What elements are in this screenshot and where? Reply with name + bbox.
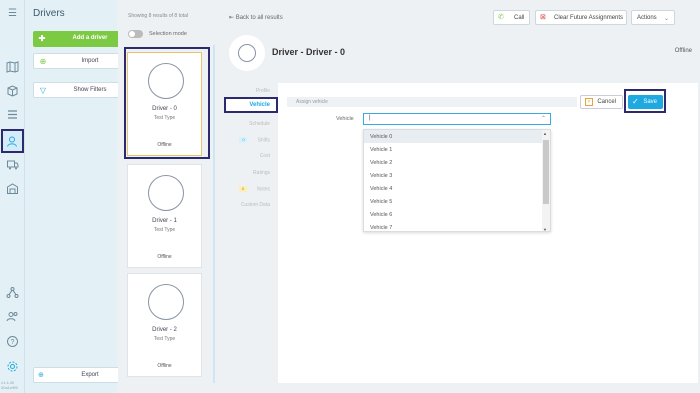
driver-status: Offline xyxy=(157,363,172,369)
driver-detail: ⇤ Back to all results ✆ Call ⊠ Clear Fut… xyxy=(220,0,700,393)
driver-status: Offline xyxy=(674,48,692,54)
vehicle-option[interactable]: Vehicle 2 xyxy=(364,156,543,169)
tab-custom-data[interactable]: Custom Data xyxy=(241,202,270,208)
warehouse-icon[interactable] xyxy=(6,182,19,195)
save-label: Save xyxy=(643,99,657,105)
tab-ratings[interactable]: Ratings xyxy=(253,170,270,176)
tab-vehicle-label: Vehicle xyxy=(249,102,270,108)
dropdown-scrollbar[interactable]: ▲ ▼ xyxy=(542,130,550,231)
map-icon[interactable] xyxy=(6,60,19,73)
vehicles-icon[interactable] xyxy=(6,158,19,171)
vehicle-select[interactable]: | ⌃ xyxy=(363,113,551,125)
vehicle-option[interactable]: Vehicle 3 xyxy=(364,169,543,182)
actions-dropdown[interactable]: Actions ⌄ xyxy=(631,10,675,25)
shifts-badge: 0 xyxy=(239,137,248,143)
box-icon[interactable] xyxy=(6,84,19,97)
check-icon: ✓ xyxy=(632,97,639,106)
settings-icon[interactable] xyxy=(6,360,19,373)
driver-avatar xyxy=(229,35,265,71)
list-divider xyxy=(213,45,215,383)
driver-type: Test Type xyxy=(153,227,176,233)
nav-rail: ☰ ? v1.4.40 00a1e9f5 xyxy=(0,0,25,393)
tab-profile[interactable]: Profile xyxy=(256,88,270,94)
menu-icon[interactable]: ☰ xyxy=(6,7,19,20)
phone-icon: ✆ xyxy=(498,14,504,21)
chevron-down-icon: ⌄ xyxy=(663,16,669,22)
scroll-up-icon[interactable]: ▲ xyxy=(543,131,547,136)
driver-title: Driver - Driver - 0 xyxy=(272,47,346,57)
users-icon[interactable] xyxy=(6,310,19,323)
tab-cost[interactable]: Cost xyxy=(260,153,270,159)
list-icon[interactable] xyxy=(6,108,19,121)
call-button[interactable]: ✆ Call xyxy=(493,10,530,25)
version-text: v1.4.40 00a1e9f5 xyxy=(1,380,18,390)
cancel-button[interactable]: × Cancel xyxy=(580,95,623,109)
driver-header: Driver - Driver - 0 Offline xyxy=(227,33,692,73)
driver-avatar-icon xyxy=(148,175,184,211)
assign-vehicle-heading: Assign vehicle xyxy=(287,97,577,107)
vehicle-select-value: | xyxy=(369,115,371,121)
results-info: Showing 8 results of 8 total xyxy=(128,13,189,19)
tab-vehicle[interactable]: Vehicle xyxy=(224,97,278,113)
notes-badge: 0 xyxy=(238,186,247,192)
clear-label: Clear Future Assignments xyxy=(554,15,624,21)
vehicle-option[interactable]: Vehicle 7 xyxy=(364,221,543,231)
driver-card-1[interactable]: Driver - 1 Test Type Offline xyxy=(127,164,202,268)
plus-icon: ✚ xyxy=(38,34,46,43)
call-label: Call xyxy=(514,15,525,21)
vehicle-option[interactable]: Vehicle 0 xyxy=(364,130,543,143)
selected-card-highlight xyxy=(124,47,210,159)
save-button[interactable]: ✓ Save xyxy=(628,95,663,109)
clear-icon: ⊠ xyxy=(540,14,546,21)
cancel-icon: × xyxy=(585,98,593,106)
driver-avatar-icon xyxy=(148,284,184,320)
driver-card-2[interactable]: Driver - 2 Test Type Offline xyxy=(127,273,202,377)
driver-name: Driver - 2 xyxy=(152,327,177,333)
detail-panel xyxy=(278,83,698,383)
scroll-thumb[interactable] xyxy=(543,140,549,204)
user-icon xyxy=(238,44,256,62)
chevron-up-icon: ⌃ xyxy=(540,116,546,122)
selection-mode-label: Selection mode xyxy=(149,31,187,37)
driver-name: Driver - 1 xyxy=(152,218,177,224)
drivers-sidebar: Drivers ✚ Add a driver ⊕ Import ▽ Show F… xyxy=(25,0,133,393)
vehicle-option[interactable]: Vehicle 5 xyxy=(364,195,543,208)
clear-future-assignments-button[interactable]: ⊠ Clear Future Assignments xyxy=(535,10,627,25)
cancel-label: Cancel xyxy=(597,99,616,105)
network-icon[interactable] xyxy=(6,286,19,299)
tab-shifts-label: Shifts xyxy=(257,137,270,144)
tab-shifts[interactable]: 0 Shifts xyxy=(239,137,270,143)
actions-label: Actions xyxy=(637,15,657,21)
back-label: Back to all results xyxy=(235,15,283,21)
vehicle-option[interactable]: Vehicle 6 xyxy=(364,208,543,221)
vehicle-label: Vehicle xyxy=(336,116,354,122)
scroll-down-icon[interactable]: ▼ xyxy=(543,227,547,231)
tab-notes-label: Notes xyxy=(256,186,270,193)
export-icon: ⊕ xyxy=(38,372,44,379)
driver-status: Offline xyxy=(157,254,172,260)
drivers-icon[interactable] xyxy=(6,135,19,148)
selection-mode-toggle[interactable] xyxy=(128,30,143,38)
driver-type: Test Type xyxy=(153,336,176,342)
import-icon: ⊕ xyxy=(39,57,47,66)
filter-icon: ▽ xyxy=(39,86,47,95)
tab-schedule[interactable]: Schedule xyxy=(249,121,270,127)
vehicle-dropdown: Vehicle 0 Vehicle 1 Vehicle 2 Vehicle 3 … xyxy=(363,129,551,232)
help-icon[interactable]: ? xyxy=(6,335,19,348)
back-link[interactable]: ⇤ Back to all results xyxy=(229,14,283,21)
vehicle-option[interactable]: Vehicle 1 xyxy=(364,143,543,156)
page-title: Drivers xyxy=(33,8,65,19)
vehicle-option[interactable]: Vehicle 4 xyxy=(364,182,543,195)
svg-text:?: ? xyxy=(11,339,15,346)
tab-notes[interactable]: 0 Notes xyxy=(238,186,270,193)
